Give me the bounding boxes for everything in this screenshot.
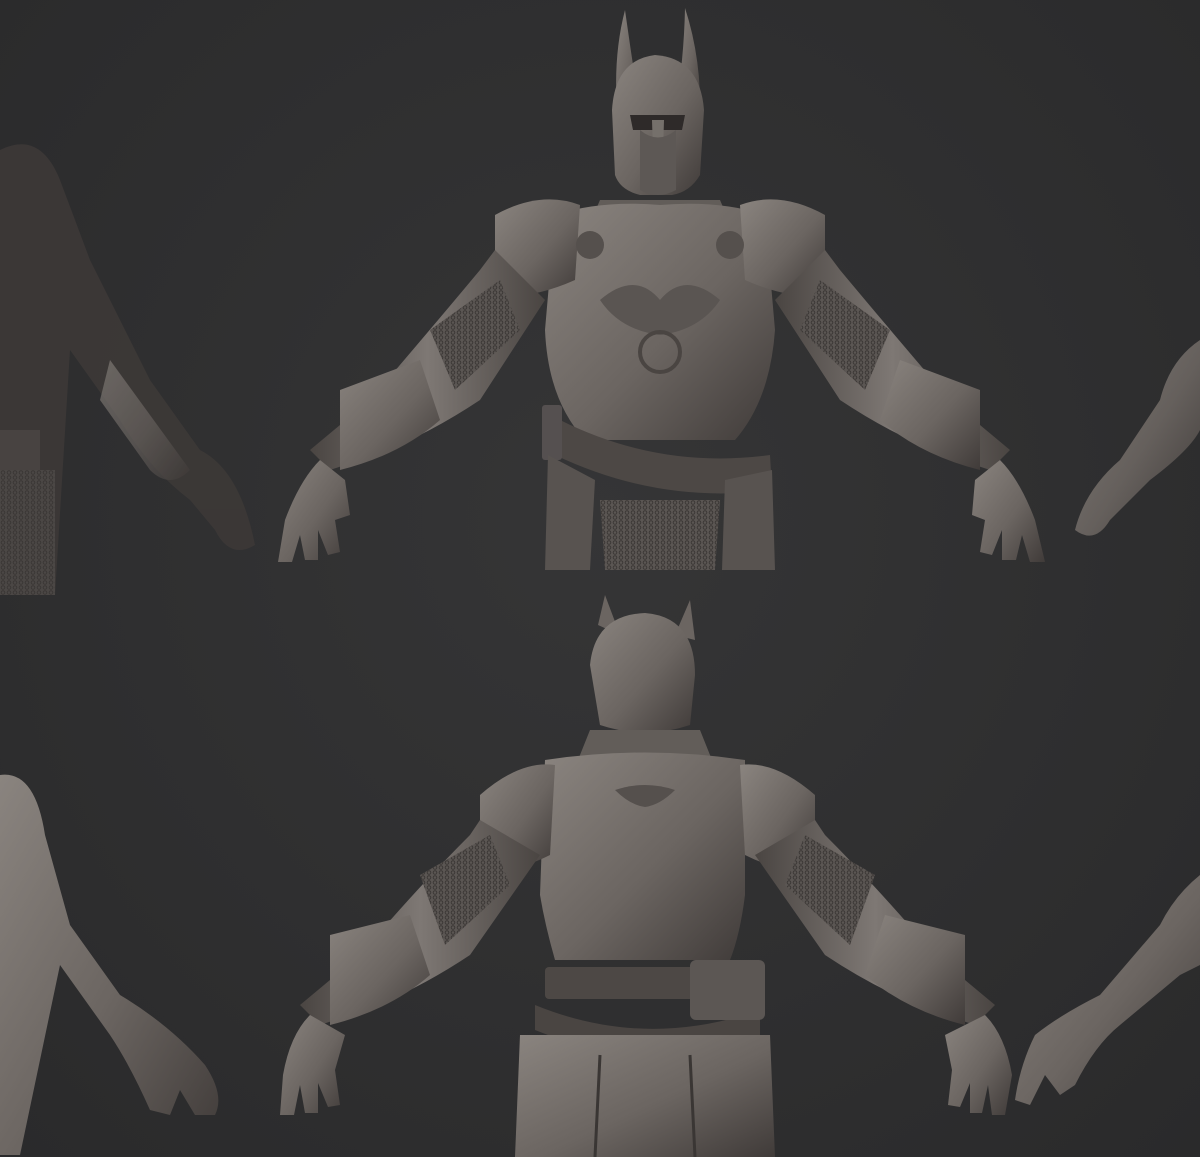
side-figure-right	[1075, 340, 1200, 536]
armored-warrior-back-icon	[0, 595, 1200, 1157]
render-canvas	[0, 0, 1200, 1157]
side-figure-left	[0, 144, 255, 595]
back-figure	[280, 595, 1012, 1157]
front-figure	[278, 8, 1045, 570]
side-figure-left-back	[0, 774, 219, 1155]
back-view-panel	[0, 595, 1200, 1157]
armored-warrior-front-icon	[0, 8, 1200, 595]
side-figure-right-back	[1015, 875, 1200, 1105]
front-view-panel	[0, 0, 1200, 595]
